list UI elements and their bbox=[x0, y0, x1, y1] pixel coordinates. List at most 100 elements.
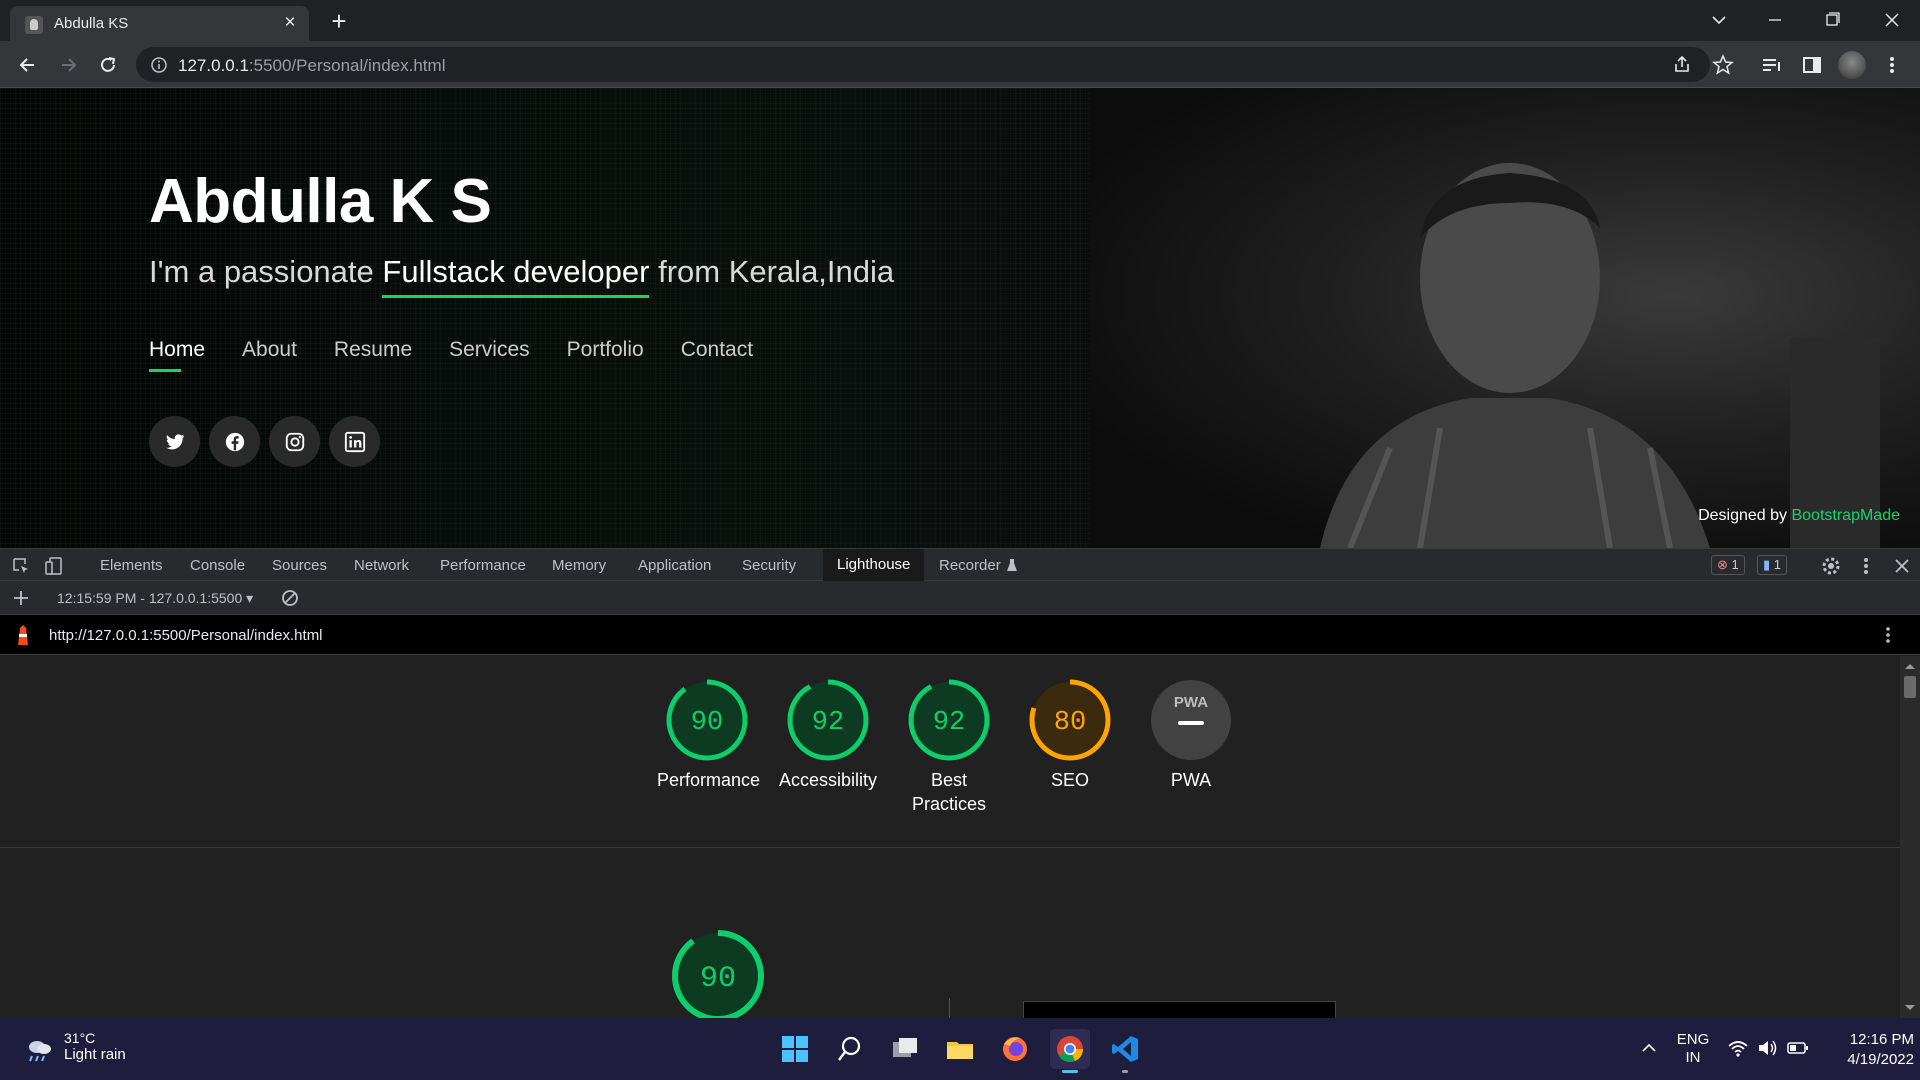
hidden-icons-chevron-icon[interactable] bbox=[1639, 1038, 1659, 1058]
nav-home[interactable]: Home bbox=[149, 338, 205, 372]
gauge-accessibility[interactable]: 92 Accessibility bbox=[778, 678, 878, 792]
windows-start-icon[interactable] bbox=[775, 1029, 815, 1069]
weather-condition: Light rain bbox=[64, 1046, 126, 1063]
file-explorer-icon[interactable] bbox=[940, 1029, 980, 1069]
gauge-score: 92 bbox=[933, 708, 965, 738]
active-app-indicator bbox=[1062, 1070, 1078, 1073]
settings-gear-icon[interactable] bbox=[1820, 555, 1842, 577]
browser-tabstrip: Abdulla KS × + bbox=[0, 0, 1920, 41]
new-report-icon[interactable] bbox=[11, 588, 31, 608]
rain-cloud-icon bbox=[29, 1041, 51, 1062]
devtools-tab-sources[interactable]: Sources bbox=[272, 557, 327, 574]
clock-date: 4/19/2022 bbox=[1847, 1051, 1914, 1068]
gauge-performance[interactable]: 90 Performance bbox=[657, 678, 761, 792]
devtools-tab-lighthouse[interactable]: Lighthouse bbox=[823, 549, 925, 581]
recorder-experiment-icon bbox=[1006, 558, 1018, 572]
report-divider bbox=[0, 847, 1900, 848]
back-button[interactable] bbox=[14, 51, 42, 79]
gauge-ring: 80 bbox=[1029, 679, 1111, 761]
task-view-icon[interactable] bbox=[885, 1029, 925, 1069]
screenshot-thumbnail bbox=[1023, 1001, 1336, 1018]
close-devtools-icon[interactable] bbox=[1892, 556, 1912, 576]
profile-avatar[interactable] bbox=[1838, 51, 1866, 79]
wifi-icon[interactable] bbox=[1727, 1038, 1749, 1058]
weather-widget[interactable]: 31°C Light rain bbox=[24, 1030, 126, 1064]
facebook-icon[interactable] bbox=[209, 416, 260, 467]
firefox-icon[interactable] bbox=[995, 1029, 1035, 1069]
nav-about[interactable]: About bbox=[242, 338, 297, 362]
gauge-best-practices[interactable]: 92 Best Practices bbox=[899, 678, 999, 816]
share-icon[interactable] bbox=[1670, 52, 1694, 76]
devtools-menu-icon[interactable] bbox=[1856, 555, 1876, 577]
report-url[interactable]: http://127.0.0.1:5500/Personal/index.htm… bbox=[49, 627, 323, 644]
chrome-icon[interactable] bbox=[1050, 1029, 1090, 1073]
scroll-up-icon[interactable] bbox=[1900, 659, 1920, 673]
devtools-tab-performance[interactable]: Performance bbox=[440, 557, 526, 574]
report-selector[interactable]: 12:15:59 PM - 127.0.0.1:5500 ▾ bbox=[57, 590, 253, 607]
error-count-badge[interactable]: ⊗ 1 bbox=[1711, 555, 1745, 575]
pwa-badge-icon: PWA bbox=[1151, 680, 1231, 760]
twitter-icon[interactable] bbox=[149, 416, 200, 467]
scrollbar-thumb[interactable] bbox=[1904, 676, 1916, 698]
scroll-down-icon[interactable] bbox=[1900, 1001, 1920, 1015]
clear-reports-icon[interactable] bbox=[280, 588, 300, 608]
devtools-tab-network[interactable]: Network bbox=[354, 557, 409, 574]
gauge-label: Performance bbox=[657, 770, 761, 790]
restore-button[interactable] bbox=[1818, 6, 1848, 34]
report-menu-icon[interactable] bbox=[1878, 625, 1898, 645]
clock-time: 12:16 PM bbox=[1849, 1031, 1914, 1048]
volume-icon[interactable] bbox=[1757, 1038, 1779, 1058]
report-scrollbar[interactable] bbox=[1900, 656, 1920, 1018]
nav-portfolio[interactable]: Portfolio bbox=[567, 338, 644, 362]
devtools-tab-memory[interactable]: Memory bbox=[552, 557, 606, 574]
gauge-pwa[interactable]: PWA PWA bbox=[1141, 678, 1241, 792]
minimize-button[interactable] bbox=[1760, 6, 1790, 34]
windows-taskbar: 31°C Light rain ENG IN 12:16 PM 4/19/202… bbox=[0, 1018, 1920, 1080]
browser-tab[interactable]: Abdulla KS × bbox=[10, 6, 309, 41]
gauge-ring: 90 bbox=[666, 679, 748, 761]
tagline-suffix: from Kerala,India bbox=[649, 254, 895, 289]
vscode-icon[interactable] bbox=[1105, 1029, 1145, 1073]
address-bar[interactable]: 127.0.0.1:5500/Personal/index.html bbox=[136, 47, 1710, 82]
region-code: IN bbox=[1685, 1049, 1701, 1066]
tab-search-icon[interactable] bbox=[1704, 6, 1734, 34]
inspect-element-icon[interactable] bbox=[11, 556, 31, 576]
language-code: ENG bbox=[1676, 1031, 1710, 1048]
gauge-seo[interactable]: 80 SEO bbox=[1020, 678, 1120, 792]
input-language[interactable]: ENG IN bbox=[1676, 1031, 1710, 1067]
site-info-icon[interactable] bbox=[150, 56, 168, 74]
new-tab-button[interactable]: + bbox=[325, 8, 353, 36]
side-panel-icon[interactable] bbox=[1800, 53, 1824, 77]
close-window-button[interactable] bbox=[1877, 6, 1907, 34]
devtools-tab-security[interactable]: Security bbox=[742, 557, 796, 574]
gauge-label: PWA bbox=[1170, 770, 1212, 790]
message-count-badge[interactable]: ▮ 1 bbox=[1757, 555, 1788, 575]
devtools-tab-elements[interactable]: Elements bbox=[100, 557, 163, 574]
nav-contact[interactable]: Contact bbox=[681, 338, 753, 362]
bookmark-star-icon[interactable] bbox=[1711, 53, 1735, 77]
credits-link[interactable]: BootstrapMade bbox=[1791, 507, 1900, 524]
tab-title: Abdulla KS bbox=[54, 15, 129, 32]
forward-button[interactable] bbox=[54, 51, 82, 79]
instagram-icon[interactable] bbox=[269, 416, 320, 467]
designer-credits: Designed by BootstrapMade bbox=[1698, 507, 1900, 525]
devtools-tab-console[interactable]: Console bbox=[190, 557, 245, 574]
favicon-icon bbox=[25, 16, 43, 34]
devtools-tab-application[interactable]: Application bbox=[638, 557, 711, 574]
reload-button[interactable] bbox=[94, 51, 122, 79]
metrics-separator bbox=[949, 998, 950, 1018]
clock[interactable]: 12:16 PM 4/19/2022 bbox=[1822, 1030, 1914, 1070]
nav-resume[interactable]: Resume bbox=[334, 338, 412, 362]
battery-icon[interactable] bbox=[1787, 1039, 1809, 1057]
nav-services[interactable]: Services bbox=[449, 338, 530, 362]
dropdown-arrow-icon: ▾ bbox=[246, 590, 254, 606]
open-app-indicator bbox=[1122, 1070, 1128, 1073]
devtools-tab-recorder[interactable]: Recorder bbox=[939, 557, 1001, 574]
browser-menu-icon[interactable] bbox=[1880, 53, 1904, 77]
hero-name: Abdulla K S bbox=[149, 167, 492, 236]
tab-close-icon[interactable]: × bbox=[280, 13, 300, 33]
linkedin-icon[interactable] bbox=[329, 416, 380, 467]
reading-list-icon[interactable] bbox=[1760, 53, 1784, 77]
search-icon[interactable] bbox=[830, 1029, 870, 1069]
device-toolbar-icon[interactable] bbox=[44, 556, 64, 576]
